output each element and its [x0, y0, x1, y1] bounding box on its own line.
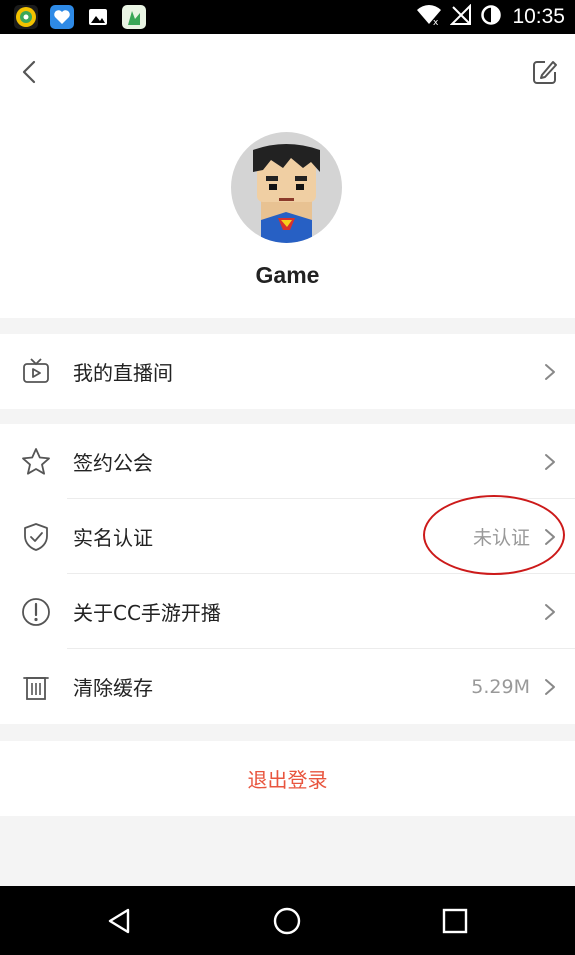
- chevron-right-icon: [543, 362, 557, 382]
- heart-app-icon: [50, 5, 74, 29]
- profile-header: Game: [0, 34, 575, 318]
- no-signal-icon: [450, 3, 472, 30]
- edit-profile-button[interactable]: [529, 56, 561, 88]
- chevron-right-icon: [543, 677, 557, 697]
- trash-icon: [20, 671, 52, 703]
- gallery-app-icon: [86, 5, 110, 29]
- menu-item-signed-guild[interactable]: 签约公会: [0, 424, 575, 499]
- chevron-right-icon: [543, 452, 557, 472]
- menu-label: 实名认证: [73, 526, 153, 550]
- annotation-ellipse: [423, 495, 565, 575]
- avatar[interactable]: [231, 132, 342, 243]
- shield-check-icon: [20, 521, 52, 553]
- chevron-right-icon: [543, 602, 557, 622]
- svg-text:x: x: [433, 18, 439, 26]
- nav-back-button[interactable]: [104, 905, 136, 937]
- logout-label: 退出登录: [247, 768, 328, 792]
- chevron-left-icon: [14, 60, 46, 92]
- info-circle-icon: [20, 596, 52, 628]
- logout-button[interactable]: 退出登录: [0, 741, 575, 816]
- menu-label: 签约公会: [73, 451, 153, 475]
- game-app-icon: [122, 5, 146, 29]
- maps-app-icon: [14, 5, 38, 29]
- clock: 10:35: [512, 5, 565, 28]
- navigation-bar: [0, 886, 575, 955]
- nav-recents-button[interactable]: [439, 905, 471, 937]
- star-icon: [20, 446, 52, 478]
- menu-label: 我的直播间: [73, 361, 173, 385]
- status-bar: x 10:35: [0, 0, 575, 34]
- cache-size: 5.29M: [471, 675, 530, 698]
- menu-group-live: 我的直播间: [0, 334, 575, 409]
- menu-item-my-live-room[interactable]: 我的直播间: [0, 334, 575, 409]
- square-recents-icon: [439, 908, 471, 941]
- battery-icon: [480, 4, 502, 30]
- back-button[interactable]: [14, 56, 46, 88]
- menu-label: 关于CC手游开播: [73, 601, 221, 625]
- menu-label: 清除缓存: [73, 676, 153, 700]
- wifi-icon: x: [416, 4, 442, 30]
- edit-icon: [529, 61, 561, 92]
- tv-play-icon: [20, 356, 52, 388]
- nav-home-button[interactable]: [271, 905, 303, 937]
- username: Game: [255, 262, 320, 288]
- circle-home-icon: [271, 907, 303, 941]
- menu-item-about[interactable]: 关于CC手游开播: [0, 574, 575, 649]
- triangle-back-icon: [104, 908, 136, 941]
- menu-item-clear-cache[interactable]: 清除缓存 5.29M: [0, 649, 575, 724]
